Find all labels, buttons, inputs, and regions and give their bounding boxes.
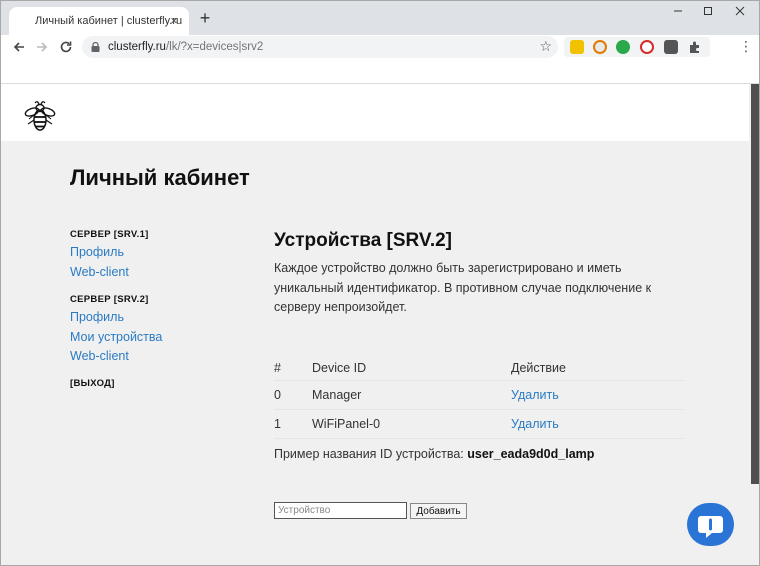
example-value: user_eada9d0d_lamp [467,447,595,461]
sidebar-heading-srv1: СЕРВЕР [SRV.1] [70,229,149,240]
sidebar-link-srv2-profile[interactable]: Профиль [70,310,124,324]
url-host: clusterfly.ru [108,41,166,53]
extension-notes-icon[interactable] [570,40,584,54]
table-header-row: # Device ID Действие [274,354,684,381]
sidebar-heading-srv2: СЕРВЕР [SRV.2] [70,294,149,305]
sidebar-logout-link[interactable]: [ВЫХОД] [70,378,115,389]
minimize-icon[interactable] [671,4,685,18]
extension-shield-icon[interactable] [616,40,630,54]
browser-menu-icon[interactable]: ⋮ [739,39,753,53]
row-device-id: Manager [312,388,362,402]
extensions-puzzle-icon[interactable] [688,40,702,54]
add-device-button[interactable]: Добавить [410,503,467,519]
column-header-action: Действие [511,361,566,375]
lock-icon [91,42,100,52]
chat-button[interactable] [687,503,734,546]
extension-off-icon[interactable] [664,40,678,54]
bee-logo-icon[interactable] [23,99,57,133]
tab-strip: Личный кабинет | clusterfly.ru × + [1,1,759,35]
delete-device-link[interactable]: Удалить [511,388,559,402]
reload-icon[interactable] [58,39,74,55]
sidebar-link-srv2-devices[interactable]: Мои устройства [70,330,162,344]
page-title: Личный кабинет [70,165,250,190]
back-icon[interactable] [11,39,27,55]
close-window-icon[interactable] [733,4,747,18]
browser-window: Личный кабинет | clusterfly.ru × + clust… [0,0,760,566]
address-bar[interactable]: clusterfly.ru/lk/?x=devices|srv2 ☆ [82,36,558,58]
row-number: 0 [274,388,281,402]
extension-adblock-icon[interactable] [640,40,654,54]
maximize-icon[interactable] [701,4,715,18]
page-scrollbar[interactable] [749,84,759,565]
column-header-number: # [274,361,281,375]
row-device-id: WiFiPanel-0 [312,417,381,431]
sidebar-link-srv2-webclient[interactable]: Web-client [70,349,129,363]
example-label: Пример названия ID устройства: [274,447,464,461]
sidebar-link-srv1-webclient[interactable]: Web-client [70,265,129,279]
chat-bubble-icon [698,516,723,538]
extension-search-icon[interactable] [593,40,607,54]
device-id-example: Пример названия ID устройства: user_eada… [274,447,594,461]
column-header-device-id: Device ID [312,361,367,375]
tab-close-icon[interactable]: × [167,14,181,28]
delete-device-link[interactable]: Удалить [511,417,559,431]
bookmark-star-icon[interactable]: ☆ [539,38,552,55]
new-tab-icon[interactable]: + [197,9,213,27]
row-number: 1 [274,417,281,431]
devices-description: Каждое устройство должно быть зарегистри… [274,261,652,314]
table-row: 1 WiFiPanel-0 Удалить [274,410,684,439]
browser-toolbar: clusterfly.ru/lk/?x=devices|srv2 ☆ ⋮ [1,35,759,59]
device-name-input[interactable] [274,502,407,519]
site-header [1,84,749,141]
browser-tab[interactable]: Личный кабинет | clusterfly.ru × [9,7,189,35]
sidebar-link-srv1-profile[interactable]: Профиль [70,245,124,259]
forward-icon[interactable] [34,39,50,55]
tab-title: Личный кабинет | clusterfly.ru [35,15,183,27]
scrollbar-thumb[interactable] [751,84,759,484]
devices-table: # Device ID Действие 0 Manager Удалить 1… [274,354,684,439]
url-path: /lk/?x=devices|srv2 [165,41,264,53]
table-row: 0 Manager Удалить [274,381,684,410]
devices-section-title: Устройства [SRV.2] [274,230,453,251]
extensions-area [564,37,710,57]
